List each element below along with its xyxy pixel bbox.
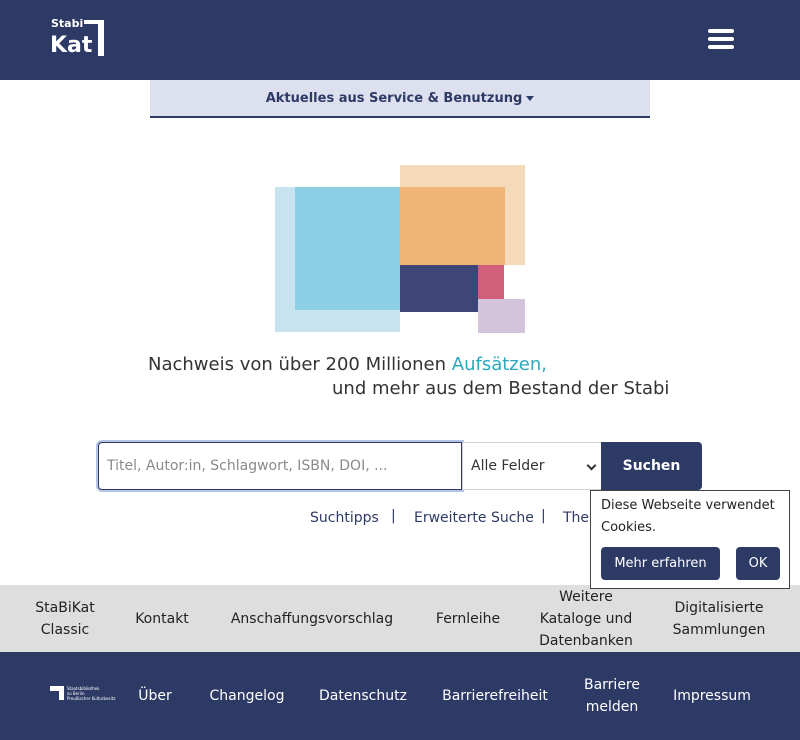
link-separator: | <box>541 508 546 524</box>
cookie-message: Diese Webseite verwendet Cookies. <box>601 498 775 535</box>
search-field-select[interactable]: Alle Felder <box>462 442 602 490</box>
footer-ueber[interactable]: Über <box>130 652 180 740</box>
news-dropdown-label: Aktuelles aus Service & Benutzung <box>265 91 523 106</box>
nav-anschaffungsvorschlag[interactable]: Anschaffungsvorschlag <box>222 585 402 652</box>
hero-block-lavender <box>478 299 525 333</box>
footer-barrierefreiheit[interactable]: Barrierefreiheit <box>432 652 558 740</box>
search-field-selected: Alle Felder <box>471 458 545 474</box>
hero-block-navy <box>400 265 478 312</box>
hero-block-cyan <box>295 187 400 310</box>
nav-digitalisierte-sammlungen[interactable]: Digitalisierte Sammlungen <box>660 585 778 652</box>
footer-datenschutz[interactable]: Datenschutz <box>312 652 414 740</box>
search-button[interactable]: Suchen <box>601 442 702 490</box>
footer-impressum[interactable]: Impressum <box>664 652 760 740</box>
nav-fernleihe[interactable]: Fernleihe <box>424 585 512 652</box>
footer-barriere-melden[interactable]: Barriere melden <box>572 652 652 740</box>
hero-block-orange <box>400 187 505 265</box>
logo-bracket-side <box>98 20 104 56</box>
tagline-line-1: Nachweis von über 200 Millionen Aufsätze… <box>0 354 800 375</box>
search-input[interactable] <box>98 442 462 490</box>
hero-block-pink <box>478 265 504 299</box>
sbb-logo-mark-icon <box>50 686 64 700</box>
nav-kontakt[interactable]: Kontakt <box>122 585 202 652</box>
nav-weitere-kataloge[interactable]: Weitere Kataloge und Datenbanken <box>533 585 639 652</box>
tagline-line-2: und mehr aus dem Bestand der Stabi <box>332 378 670 399</box>
footer-changelog[interactable]: Changelog <box>200 652 294 740</box>
link-separator: | <box>391 508 396 524</box>
caret-down-icon <box>526 96 535 101</box>
tagline-prefix: Nachweis von über 200 Millionen <box>148 354 452 375</box>
site-footer: Staatsbibliothek zu Berlin Preußischer Kul… <box>0 652 800 740</box>
tagline-accent: Aufsätzen, <box>451 354 547 375</box>
search-tips-link[interactable]: Suchtipps <box>310 510 379 526</box>
cookie-banner: Diese Webseite verwendet Cookies. Mehr e… <box>590 490 790 589</box>
themen-link[interactable]: The <box>563 510 589 526</box>
hero-graphic <box>275 165 527 335</box>
chevron-down-icon <box>586 460 597 471</box>
logo-line-stabi: Stabi <box>51 17 84 30</box>
logo-line-kat: Kat <box>50 33 93 58</box>
staatsbibliothek-logo[interactable]: Staatsbibliothek zu Berlin Preußischer Kul… <box>50 686 116 702</box>
site-header: Stabi Kat <box>0 0 800 80</box>
stabikat-logo[interactable]: Stabi Kat <box>50 18 106 58</box>
secondary-nav: StaBiKat Classic Kontakt Anschaffungsvor… <box>0 585 800 652</box>
advanced-search-link[interactable]: Erweiterte Suche <box>414 510 534 526</box>
hamburger-menu-icon[interactable] <box>708 28 734 50</box>
news-dropdown-button[interactable]: Aktuelles aus Service & Benutzung <box>150 80 650 118</box>
nav-stabikat-classic[interactable]: StaBiKat Classic <box>20 585 110 652</box>
footer-logo-text: Staatsbibliothek zu Berlin Preußischer Kul… <box>67 686 116 701</box>
cookie-more-button[interactable]: Mehr erfahren <box>601 547 720 580</box>
cookie-ok-button[interactable]: OK <box>736 547 780 580</box>
